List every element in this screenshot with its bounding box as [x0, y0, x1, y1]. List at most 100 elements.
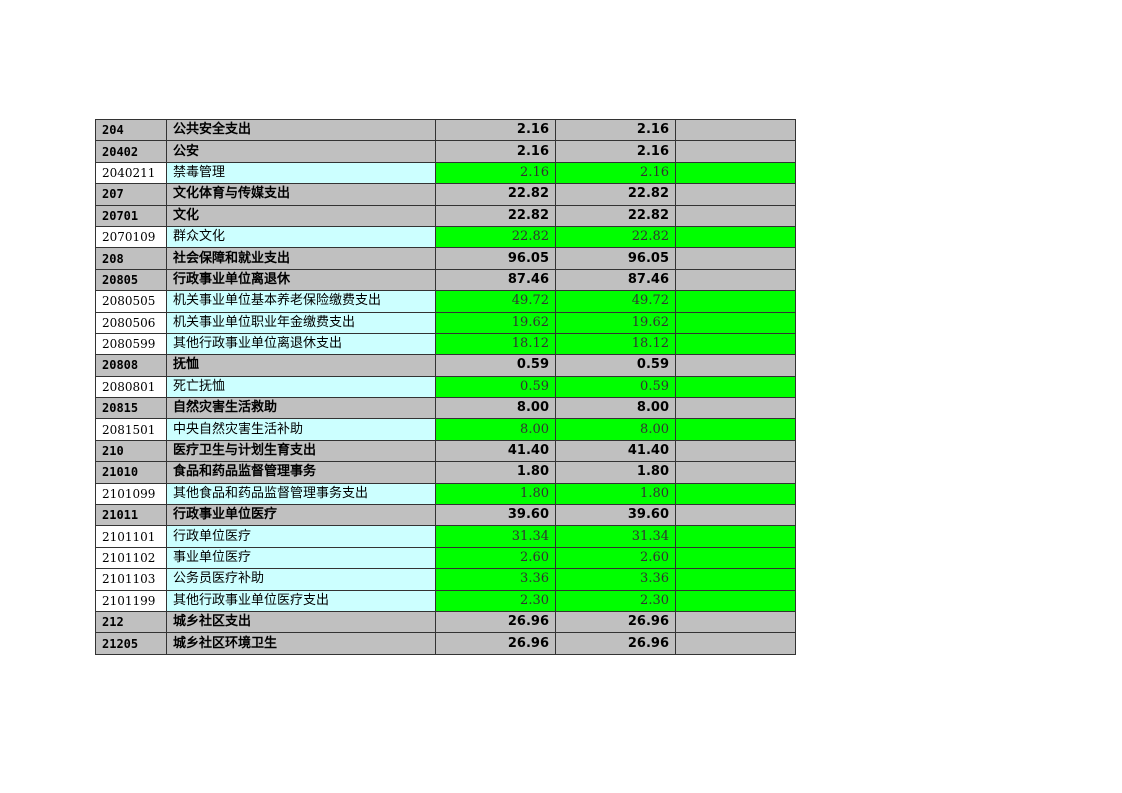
- row-value-2[interactable]: 96.05: [555, 247, 676, 270]
- row-name[interactable]: 自然灾害生活救助: [166, 397, 436, 420]
- row-name[interactable]: 行政单位医疗: [166, 525, 436, 548]
- row-value-1[interactable]: 22.82: [435, 183, 556, 206]
- row-code[interactable]: 21011: [95, 504, 167, 527]
- row-code[interactable]: 20808: [95, 354, 167, 377]
- row-name[interactable]: 城乡社区支出: [166, 610, 436, 634]
- row-name[interactable]: 群众文化: [166, 225, 436, 249]
- row-value-2[interactable]: 0.59: [555, 375, 676, 399]
- row-name[interactable]: 其他食品和药品监督管理事务支出: [166, 482, 436, 506]
- row-name[interactable]: 文化体育与传媒支出: [166, 183, 436, 206]
- row-code[interactable]: 2040211: [95, 161, 167, 185]
- row-value-2[interactable]: 87.46: [555, 268, 676, 292]
- row-code[interactable]: 2070109: [95, 225, 167, 249]
- row-value-1[interactable]: 96.05: [435, 247, 556, 270]
- row-value-2[interactable]: 49.72: [555, 290, 676, 313]
- row-value-3[interactable]: [675, 311, 796, 334]
- row-value-3[interactable]: [675, 546, 796, 570]
- row-value-2[interactable]: 2.30: [555, 589, 676, 612]
- row-value-1[interactable]: 18.12: [435, 332, 556, 356]
- row-value-2[interactable]: 1.80: [555, 461, 676, 484]
- row-value-2[interactable]: 0.59: [555, 354, 676, 377]
- row-name[interactable]: 行政事业单位医疗: [166, 504, 436, 527]
- row-value-2[interactable]: 41.40: [555, 439, 676, 463]
- row-value-3[interactable]: [675, 375, 796, 399]
- row-value-3[interactable]: [675, 204, 796, 227]
- row-value-1[interactable]: 26.96: [435, 632, 556, 655]
- row-name[interactable]: 社会保障和就业支出: [166, 247, 436, 270]
- row-value-3[interactable]: [675, 482, 796, 506]
- row-value-3[interactable]: [675, 610, 796, 634]
- row-value-1[interactable]: 22.82: [435, 204, 556, 227]
- row-value-1[interactable]: 0.59: [435, 354, 556, 377]
- row-code[interactable]: 2101102: [95, 546, 167, 570]
- row-code[interactable]: 20815: [95, 397, 167, 420]
- row-value-3[interactable]: [675, 418, 796, 441]
- row-code[interactable]: 20805: [95, 268, 167, 292]
- row-value-2[interactable]: 22.82: [555, 204, 676, 227]
- row-code[interactable]: 204: [95, 118, 167, 142]
- row-code[interactable]: 207: [95, 183, 167, 206]
- row-name[interactable]: 其他行政事业单位离退休支出: [166, 332, 436, 356]
- row-name[interactable]: 其他行政事业单位医疗支出: [166, 589, 436, 612]
- row-value-2[interactable]: 26.96: [555, 610, 676, 634]
- row-value-2[interactable]: 8.00: [555, 397, 676, 420]
- row-value-1[interactable]: 22.82: [435, 225, 556, 249]
- row-value-3[interactable]: [675, 225, 796, 249]
- row-value-1[interactable]: 2.60: [435, 546, 556, 570]
- row-value-3[interactable]: [675, 461, 796, 484]
- row-name[interactable]: 文化: [166, 204, 436, 227]
- row-value-1[interactable]: 2.16: [435, 118, 556, 142]
- row-value-3[interactable]: [675, 118, 796, 142]
- row-value-1[interactable]: 8.00: [435, 397, 556, 420]
- row-code[interactable]: 210: [95, 439, 167, 463]
- row-code[interactable]: 212: [95, 610, 167, 634]
- row-name[interactable]: 城乡社区环境卫生: [166, 632, 436, 655]
- row-name[interactable]: 机关事业单位职业年金缴费支出: [166, 311, 436, 334]
- row-code[interactable]: 2101101: [95, 525, 167, 548]
- row-value-1[interactable]: 19.62: [435, 311, 556, 334]
- row-code[interactable]: 2080801: [95, 375, 167, 399]
- row-value-2[interactable]: 8.00: [555, 418, 676, 441]
- row-value-2[interactable]: 18.12: [555, 332, 676, 356]
- row-value-1[interactable]: 2.16: [435, 140, 556, 163]
- row-code[interactable]: 21205: [95, 632, 167, 655]
- row-value-3[interactable]: [675, 290, 796, 313]
- row-value-1[interactable]: 49.72: [435, 290, 556, 313]
- row-code[interactable]: 2101103: [95, 568, 167, 591]
- row-code[interactable]: 2080506: [95, 311, 167, 334]
- row-value-1[interactable]: 41.40: [435, 439, 556, 463]
- row-name[interactable]: 事业单位医疗: [166, 546, 436, 570]
- row-value-1[interactable]: 1.80: [435, 461, 556, 484]
- row-value-2[interactable]: 31.34: [555, 525, 676, 548]
- row-value-1[interactable]: 39.60: [435, 504, 556, 527]
- row-value-1[interactable]: 8.00: [435, 418, 556, 441]
- row-value-3[interactable]: [675, 568, 796, 591]
- row-code[interactable]: 21010: [95, 461, 167, 484]
- row-name[interactable]: 医疗卫生与计划生育支出: [166, 439, 436, 463]
- row-value-1[interactable]: 31.34: [435, 525, 556, 548]
- row-value-3[interactable]: [675, 589, 796, 612]
- row-value-2[interactable]: 22.82: [555, 225, 676, 249]
- row-value-1[interactable]: 0.59: [435, 375, 556, 399]
- row-value-3[interactable]: [675, 632, 796, 655]
- row-value-1[interactable]: 2.16: [435, 161, 556, 185]
- row-code[interactable]: 2101099: [95, 482, 167, 506]
- row-code[interactable]: 2101199: [95, 589, 167, 612]
- row-name[interactable]: 机关事业单位基本养老保险缴费支出: [166, 290, 436, 313]
- row-name[interactable]: 禁毒管理: [166, 161, 436, 185]
- row-code[interactable]: 2081501: [95, 418, 167, 441]
- row-code[interactable]: 208: [95, 247, 167, 270]
- row-value-2[interactable]: 3.36: [555, 568, 676, 591]
- row-value-1[interactable]: 2.30: [435, 589, 556, 612]
- row-name[interactable]: 公共安全支出: [166, 118, 436, 142]
- row-value-2[interactable]: 2.16: [555, 140, 676, 163]
- row-value-2[interactable]: 2.16: [555, 118, 676, 142]
- row-code[interactable]: 20701: [95, 204, 167, 227]
- row-code[interactable]: 2080599: [95, 332, 167, 356]
- row-name[interactable]: 食品和药品监督管理事务: [166, 461, 436, 484]
- row-value-3[interactable]: [675, 397, 796, 420]
- row-value-3[interactable]: [675, 525, 796, 548]
- row-value-1[interactable]: 87.46: [435, 268, 556, 292]
- row-value-3[interactable]: [675, 354, 796, 377]
- row-name[interactable]: 公务员医疗补助: [166, 568, 436, 591]
